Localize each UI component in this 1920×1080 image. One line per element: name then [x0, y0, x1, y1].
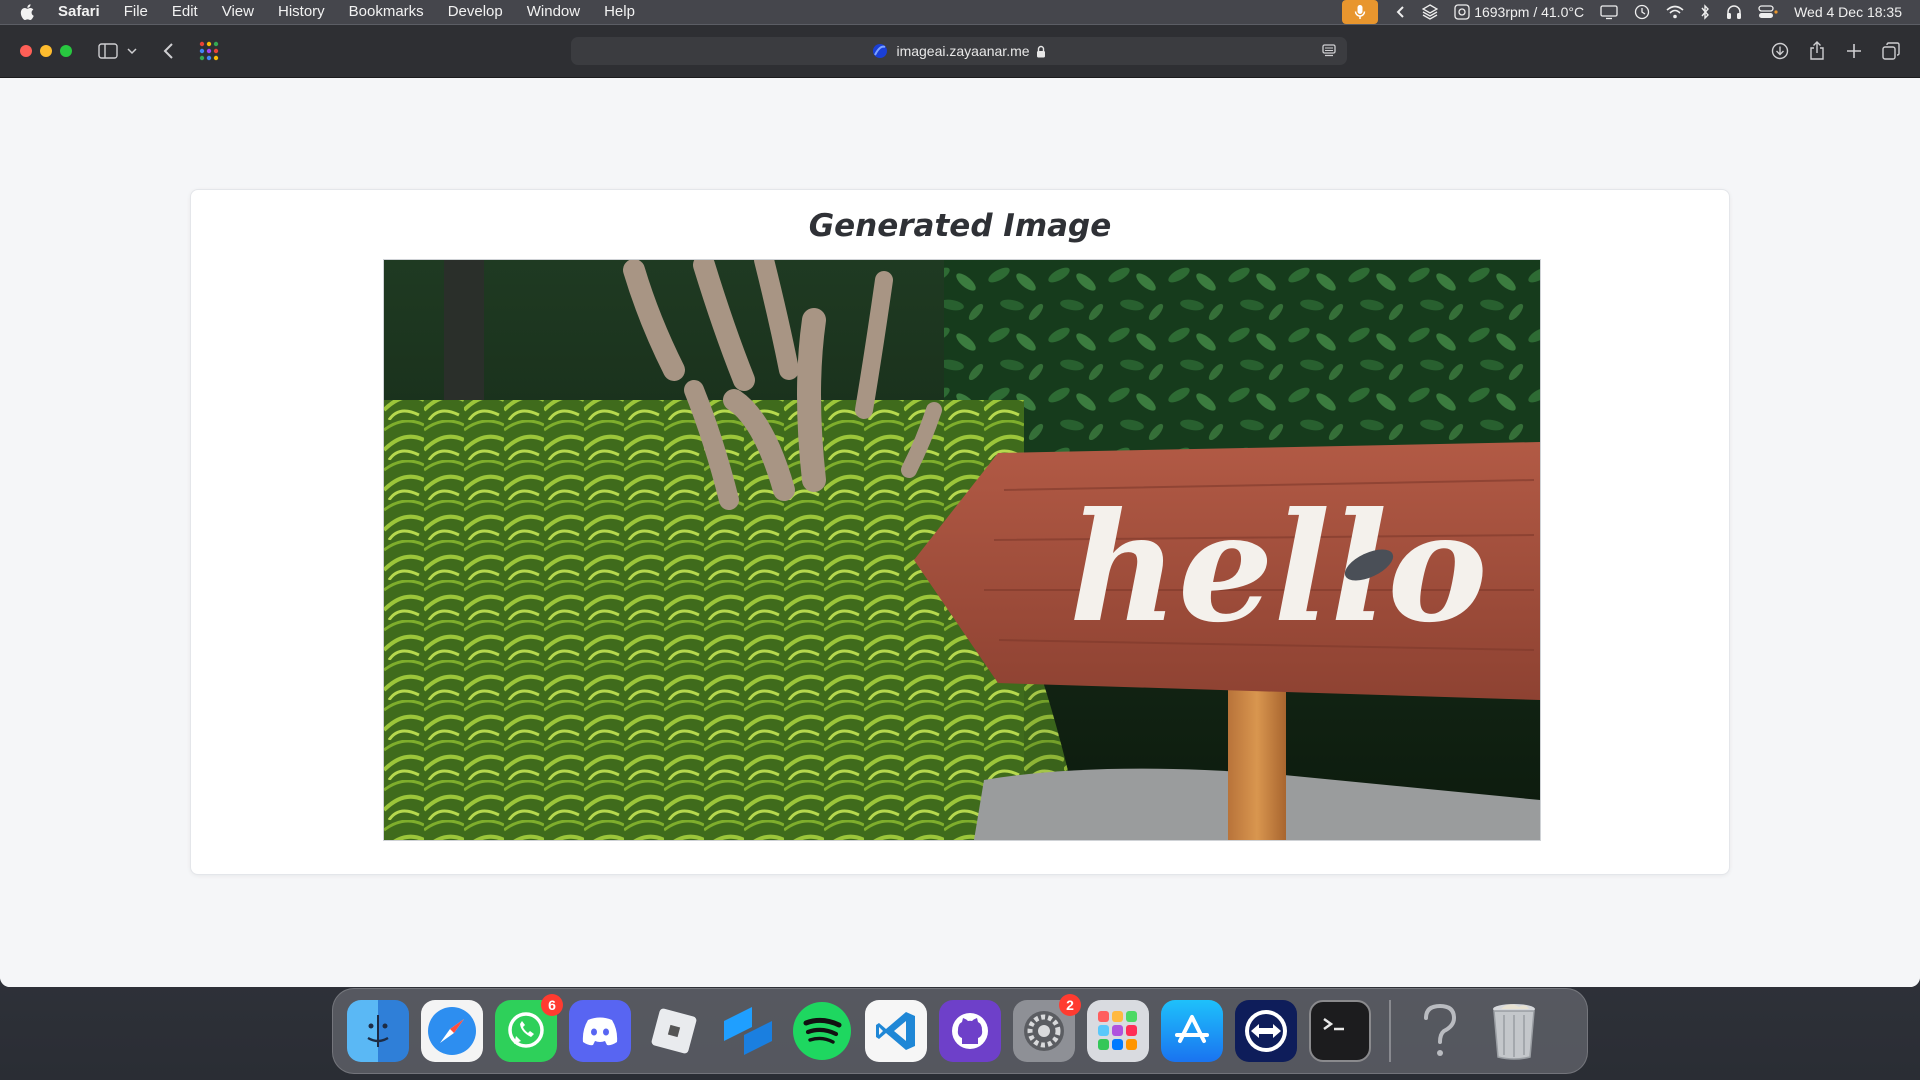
- microphone-icon[interactable]: [1342, 0, 1379, 24]
- settings-badge: 2: [1059, 994, 1081, 1016]
- layers-icon[interactable]: [1422, 4, 1439, 20]
- close-window-button[interactable]: [20, 45, 32, 57]
- new-tab-plus-icon[interactable]: [1842, 39, 1866, 63]
- app-store-icon[interactable]: [1161, 1000, 1223, 1062]
- spotify-icon[interactable]: [791, 1000, 853, 1062]
- menubar-datetime[interactable]: Wed 4 Dec 18:35: [1794, 4, 1902, 20]
- sidebar-toggle-icon[interactable]: [96, 39, 120, 63]
- image-card: Generated Image hello: [190, 189, 1730, 875]
- menu-bar: Safari File Edit View History Bookmarks …: [0, 0, 1920, 24]
- menu-file[interactable]: File: [112, 0, 160, 24]
- menu-help[interactable]: Help: [592, 0, 647, 24]
- whatsapp-icon[interactable]: 6: [495, 994, 563, 1062]
- chevron-left-icon[interactable]: [1396, 5, 1406, 19]
- dock: 6 2: [332, 988, 1588, 1074]
- generated-image[interactable]: hello: [383, 259, 1541, 841]
- fan-icon: [1454, 4, 1470, 20]
- tab-overview-grid-icon[interactable]: [197, 39, 221, 63]
- headphones-icon[interactable]: [1726, 4, 1742, 20]
- roblox-studio-icon[interactable]: [717, 1000, 779, 1062]
- reader-mode-icon[interactable]: [1321, 43, 1337, 62]
- terminal-icon[interactable]: [1309, 1000, 1371, 1062]
- settings-icon[interactable]: 2: [1013, 994, 1081, 1062]
- fan-temp-status[interactable]: 1693rpm / 41.0°C: [1454, 4, 1584, 20]
- safari-icon[interactable]: [421, 1000, 483, 1062]
- time-machine-icon[interactable]: [1634, 4, 1650, 20]
- fan-temp-text: 1693rpm / 41.0°C: [1474, 4, 1585, 20]
- bluetooth-icon[interactable]: [1700, 4, 1710, 20]
- maximize-window-button[interactable]: [60, 45, 72, 57]
- url-text: imageai.zayaanar.me: [896, 43, 1030, 59]
- finder-icon[interactable]: [347, 1000, 409, 1062]
- menu-edit[interactable]: Edit: [160, 0, 210, 24]
- minimize-window-button[interactable]: [40, 45, 52, 57]
- browser-window: imageai.zayaanar.me Generated Image hell…: [0, 25, 1920, 987]
- discord-icon[interactable]: [569, 1000, 631, 1062]
- trash-icon[interactable]: [1483, 1000, 1545, 1062]
- roblox-icon[interactable]: [643, 1000, 705, 1062]
- address-bar[interactable]: imageai.zayaanar.me: [571, 37, 1347, 65]
- downloads-icon[interactable]: [1768, 39, 1792, 63]
- menu-view[interactable]: View: [210, 0, 266, 24]
- dock-separator: [1389, 1000, 1391, 1062]
- vscode-icon[interactable]: [865, 1000, 927, 1062]
- lock-icon: [1036, 45, 1045, 57]
- share-icon[interactable]: [1805, 39, 1829, 63]
- browser-toolbar: imageai.zayaanar.me: [0, 25, 1920, 78]
- menu-history[interactable]: History: [266, 0, 337, 24]
- launchpad-icon[interactable]: [1087, 1000, 1149, 1062]
- tab-overview-icon[interactable]: [1879, 39, 1903, 63]
- control-center-icon[interactable]: [1758, 4, 1778, 20]
- menu-app-name[interactable]: Safari: [50, 0, 112, 24]
- menu-window[interactable]: Window: [515, 0, 592, 24]
- question-icon[interactable]: [1409, 1000, 1471, 1062]
- whatsapp-badge: 6: [541, 994, 563, 1016]
- menu-develop[interactable]: Develop: [436, 0, 515, 24]
- page-content: Generated Image hello: [0, 78, 1920, 987]
- page-title: Generated Image: [808, 208, 1112, 244]
- site-favicon-icon: [873, 44, 888, 58]
- display-icon[interactable]: [1600, 4, 1618, 20]
- wifi-icon[interactable]: [1666, 5, 1684, 19]
- menu-bookmarks[interactable]: Bookmarks: [337, 0, 436, 24]
- apple-icon[interactable]: [18, 2, 38, 22]
- back-arrow-icon[interactable]: [157, 39, 181, 63]
- github-icon[interactable]: [939, 1000, 1001, 1062]
- teamviewer-icon[interactable]: [1235, 1000, 1297, 1062]
- chevron-down-icon[interactable]: [124, 39, 140, 63]
- sign-hello-text: hello: [1069, 480, 1488, 656]
